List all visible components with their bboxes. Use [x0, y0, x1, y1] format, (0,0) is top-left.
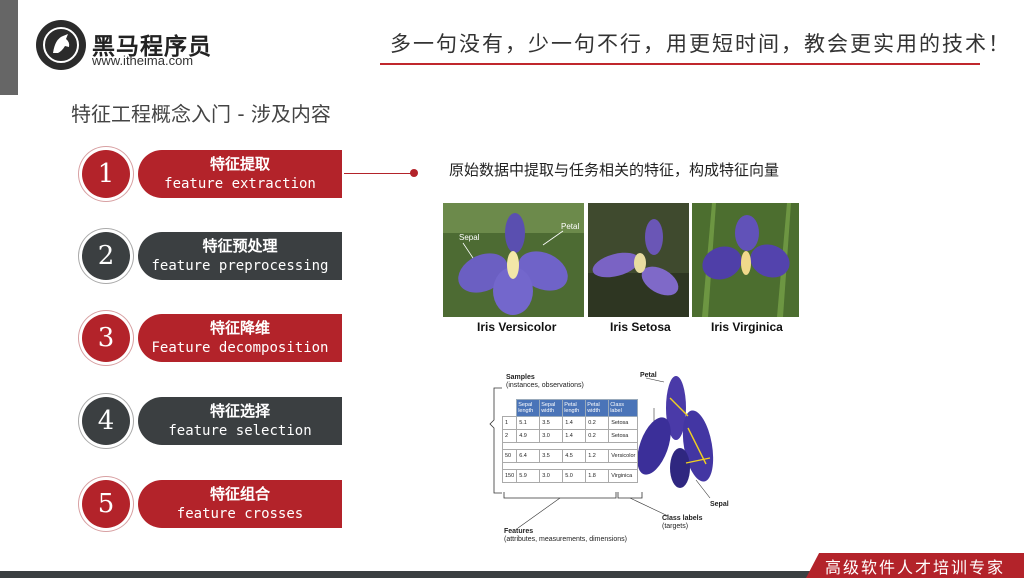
- slogan-underline: [380, 63, 980, 65]
- table-gap-row: [501, 442, 639, 450]
- horse-logo-icon: [36, 20, 86, 70]
- features-label: Features (attributes, measurements, dime…: [504, 528, 627, 544]
- table-header-cell: Petal width: [585, 399, 610, 417]
- step-pill: 特征提取 feature extraction: [138, 150, 342, 198]
- left-accent-bar: [0, 0, 18, 95]
- class-labels-title: Class labels: [662, 515, 703, 522]
- step-pill: 特征降维 Feature decomposition: [138, 314, 342, 362]
- step-title-zh: 特征选择: [209, 402, 270, 420]
- table-cell: 3.5: [539, 449, 564, 463]
- step-feature-decomposition: 3 特征降维 Feature decomposition: [82, 314, 344, 362]
- step-title-en: Feature decomposition: [151, 340, 329, 356]
- step-pill: 特征选择 feature selection: [138, 397, 342, 445]
- table-header-cell: [503, 400, 517, 417]
- class-labels-subtitle: (targets): [662, 523, 689, 530]
- step-title-zh: 特征组合: [209, 485, 270, 503]
- iris-versicolor-photo: Sepal Petal: [443, 203, 584, 317]
- step-description: 原始数据中提取与任务相关的特征，构成特征向量: [449, 161, 780, 179]
- step-feature-crosses: 5 特征组合 feature crosses: [82, 480, 344, 528]
- slogan: 多一句没有，少一句不行，用更短时间，教会更实用的技术！: [390, 32, 1011, 56]
- table-row: 1 5.1 3.5 1.4 0.2 Setosa: [501, 416, 639, 430]
- table-cell: 50: [501, 449, 518, 463]
- table-cell: 1.8: [585, 469, 610, 483]
- caption-setosa: Iris Setosa: [610, 320, 671, 334]
- table-cell: 6.4: [516, 449, 541, 463]
- features-subtitle: (attributes, measurements, dimensions): [504, 536, 627, 543]
- step-pill: 特征组合 feature crosses: [138, 480, 342, 528]
- table-cell: Virginica: [608, 469, 639, 483]
- table-row: 50 6.4 3.5 4.5 1.2 Versicolor: [501, 449, 639, 463]
- brand-url: www.itheima.com: [92, 53, 194, 68]
- slide: 黑马程序员 www.itheima.com 多一句没有，少一句不行，用更短时间，…: [0, 0, 1024, 585]
- features-title: Features: [504, 528, 534, 535]
- table-cell: Setosa: [608, 429, 639, 443]
- table-cell: 150: [501, 469, 518, 483]
- table-header-row: Sepal length Sepal width Petal length Pe…: [503, 399, 639, 417]
- iris-virginica-photo: [692, 203, 799, 317]
- table-cell: 3.0: [539, 429, 564, 443]
- step-title-en: feature selection: [168, 423, 312, 439]
- step-feature-extraction: 1 特征提取 feature extraction: [82, 150, 344, 198]
- table-header-cell: Class label: [608, 399, 639, 417]
- table-cell: Versicolor: [608, 449, 639, 463]
- table-cell: 1: [501, 416, 518, 430]
- class-labels-label: Class labels (targets): [662, 515, 702, 531]
- table-header-cell: Sepal width: [539, 399, 564, 417]
- table-gap-row: [501, 462, 639, 470]
- table-cell: 3.0: [539, 469, 564, 483]
- step-number: 2: [82, 232, 130, 280]
- step-title-zh: 特征提取: [209, 155, 270, 173]
- table-cell: 0.2: [585, 429, 610, 443]
- table-cell: 5.1: [516, 416, 541, 430]
- table-cell: 4.5: [562, 449, 587, 463]
- table-cell: 5.0: [562, 469, 587, 483]
- sepal-title: Sepal: [710, 501, 729, 508]
- footer-tagline: 高级软件人才培训专家: [806, 553, 1024, 578]
- step-title-en: feature crosses: [176, 506, 304, 522]
- connector-dot: [410, 169, 418, 177]
- connector-line: [344, 173, 414, 174]
- table-cell: Setosa: [608, 416, 639, 430]
- caption-versicolor: Iris Versicolor: [477, 320, 557, 334]
- step-title-en: feature extraction: [164, 176, 316, 192]
- step-pill: 特征预处理 feature preprocessing: [138, 232, 342, 280]
- table-header-cell: Sepal length: [516, 399, 541, 417]
- table-cell: 1.4: [562, 429, 587, 443]
- step-number: 1: [82, 150, 130, 198]
- step-title-zh: 特征预处理: [202, 237, 278, 255]
- step-number: 5: [82, 480, 130, 528]
- step-title-en: feature preprocessing: [151, 258, 329, 274]
- sepal-photo-label: Sepal: [459, 233, 480, 242]
- table-row: 2 4.9 3.0 1.4 0.2 Setosa: [501, 429, 639, 443]
- table-cell: 5.9: [516, 469, 541, 483]
- step-title-zh: 特征降维: [209, 319, 270, 337]
- petal-title: Petal: [640, 372, 657, 379]
- iris-data-table: Sepal length Sepal width Petal length Pe…: [501, 399, 639, 483]
- table-cell: 0.2: [585, 416, 610, 430]
- petal-label: Petal: [640, 372, 657, 380]
- table-cell: 1.2: [585, 449, 610, 463]
- petal-photo-label: Petal: [561, 222, 579, 231]
- slide-title: 特征工程概念入门 - 涉及内容: [71, 102, 331, 126]
- table-row: 150 5.9 3.0 5.0 1.8 Virginica: [501, 469, 639, 483]
- table-cell: 2: [501, 429, 518, 443]
- step-number: 3: [82, 314, 130, 362]
- sepal-label: Sepal: [710, 501, 729, 509]
- step-number: 4: [82, 397, 130, 445]
- iris-dataset-diagram: Samples (instances, observations) Sepal …: [478, 368, 733, 548]
- step-feature-selection: 4 特征选择 feature selection: [82, 397, 344, 445]
- iris-setosa-photo: [588, 203, 689, 317]
- table-cell: 4.9: [516, 429, 541, 443]
- step-feature-preprocessing: 2 特征预处理 feature preprocessing: [82, 232, 344, 280]
- table-header-cell: Petal length: [562, 399, 587, 417]
- caption-virginica: Iris Virginica: [711, 320, 783, 334]
- table-cell: 3.5: [539, 416, 564, 430]
- table-cell: 1.4: [562, 416, 587, 430]
